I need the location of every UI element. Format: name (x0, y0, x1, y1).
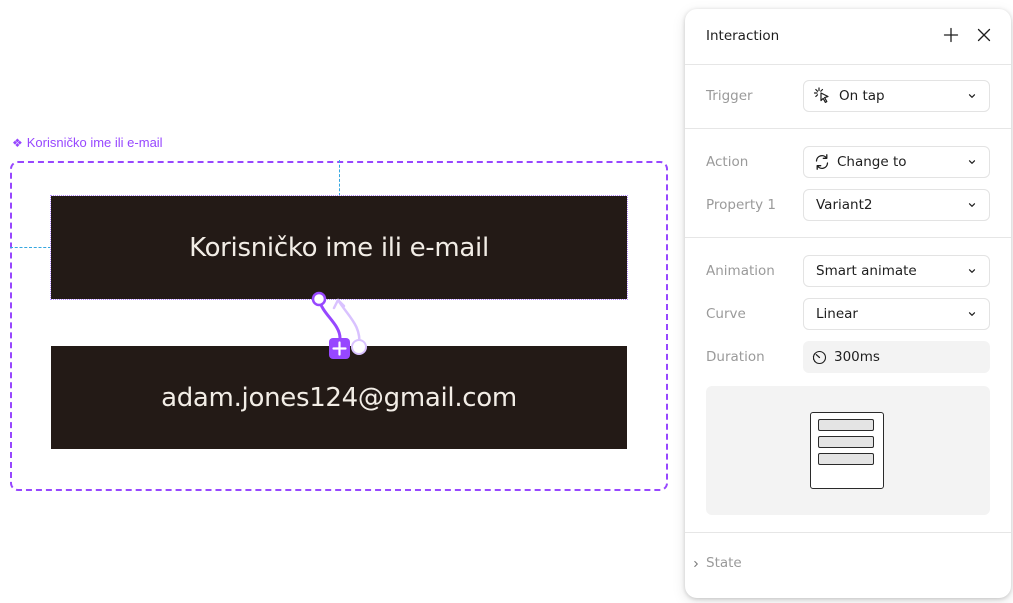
preview-bar (818, 453, 874, 465)
animation-preview (706, 386, 990, 515)
trigger-value: On tap (839, 88, 885, 104)
animation-value: Smart animate (816, 263, 917, 279)
change-to-icon (813, 153, 831, 171)
connection-end-handle[interactable] (351, 339, 367, 355)
animation-preview-icon (810, 412, 884, 489)
preview-bar (818, 419, 874, 431)
state-section-toggle[interactable]: State (685, 552, 1011, 576)
curve-value: Linear (816, 306, 858, 322)
prototype-connection[interactable] (300, 286, 380, 366)
spacing-guide-horizontal (10, 247, 51, 248)
component-set-label[interactable]: ❖ Korisničko ime ili e-mail (12, 135, 163, 150)
property-select[interactable]: Variant2 (803, 189, 990, 221)
state-label: State (706, 555, 742, 571)
section-divider (685, 237, 1011, 238)
chevron-down-icon (968, 269, 976, 273)
component-set-icon: ❖ (12, 135, 23, 150)
chevron-down-icon (968, 94, 976, 98)
duration-value: 300ms (834, 349, 880, 365)
trigger-label: Trigger (706, 88, 753, 104)
interaction-panel: Interaction Trigger On tap Action Change… (685, 9, 1011, 598)
panel-header: Interaction (685, 9, 1011, 65)
animation-label: Animation (706, 263, 775, 279)
action-value: Change to (837, 154, 907, 170)
timer-icon (812, 350, 827, 365)
chevron-right-icon (694, 560, 698, 568)
spacing-guide-vertical (339, 160, 340, 196)
curve-select[interactable]: Linear (803, 298, 990, 330)
section-divider (685, 128, 1011, 129)
action-select[interactable]: Change to (803, 146, 990, 178)
component-set-name: Korisničko ime ili e-mail (26, 135, 163, 150)
chevron-down-icon (968, 312, 976, 316)
section-divider (685, 532, 1011, 533)
tap-cursor-icon (813, 87, 833, 105)
variant-1[interactable]: Korisničko ime ili e-mail (50, 195, 628, 300)
duration-label: Duration (706, 349, 765, 365)
chevron-down-icon (968, 160, 976, 164)
close-icon[interactable] (972, 23, 996, 47)
property-label: Property 1 (706, 197, 777, 213)
property-value: Variant2 (816, 197, 873, 213)
preview-bar (818, 436, 874, 448)
action-label: Action (706, 154, 749, 170)
curve-label: Curve (706, 306, 746, 322)
chevron-down-icon (968, 203, 976, 207)
animation-select[interactable]: Smart animate (803, 255, 990, 287)
plus-icon[interactable] (939, 23, 963, 47)
variant-1-text: Korisničko ime ili e-mail (189, 232, 489, 263)
panel-title: Interaction (706, 28, 780, 44)
duration-input[interactable]: 300ms (803, 341, 990, 373)
trigger-select[interactable]: On tap (803, 80, 990, 112)
connection-start-handle[interactable] (311, 291, 327, 307)
variant-2-text: adam.jones124@gmail.com (161, 382, 517, 413)
